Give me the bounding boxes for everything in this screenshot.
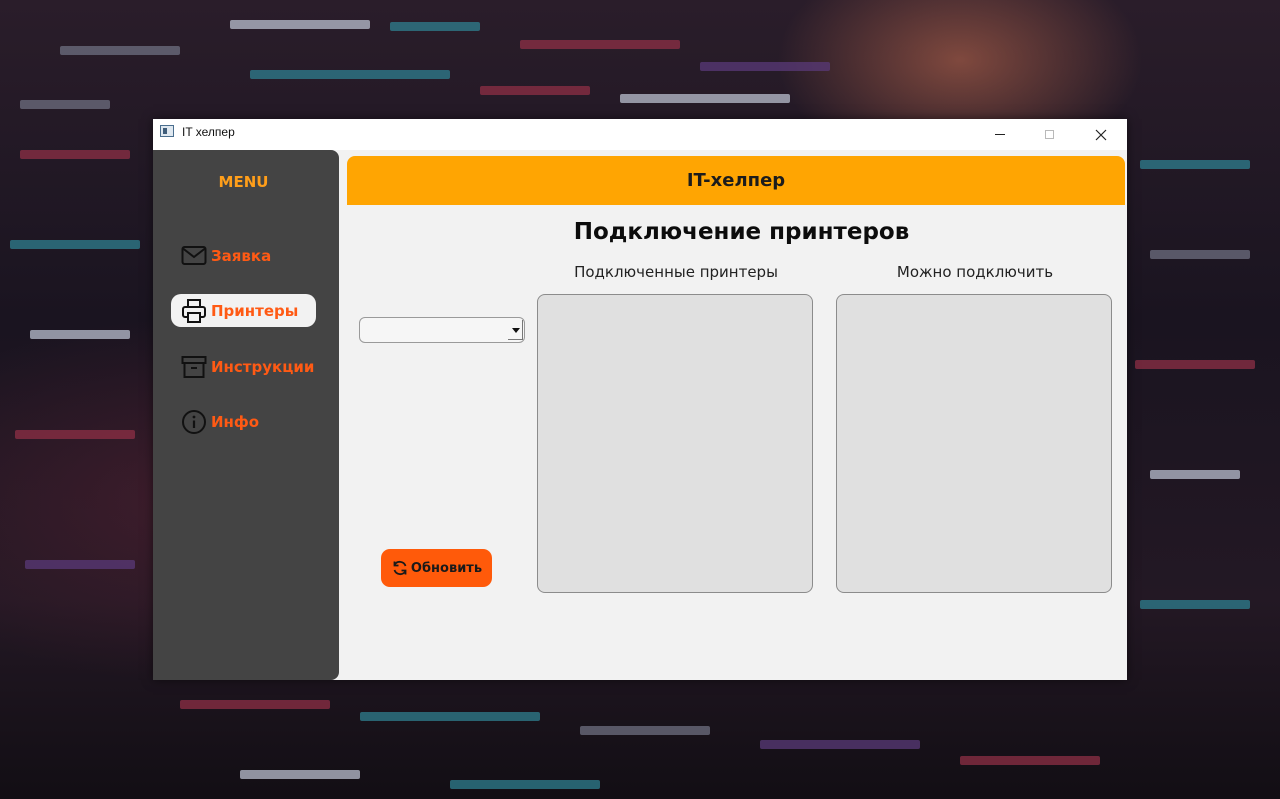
- wallpaper-code-line: [1140, 160, 1250, 169]
- maximize-icon: [1044, 130, 1054, 139]
- wallpaper-code-line: [360, 712, 540, 721]
- printer-select[interactable]: [359, 317, 525, 343]
- wallpaper-code-line: [620, 94, 790, 103]
- wallpaper-code-line: [390, 22, 480, 31]
- wallpaper-code-line: [60, 46, 180, 55]
- close-icon: [1095, 129, 1107, 140]
- archive-icon: [181, 354, 207, 380]
- wallpaper-code-line: [760, 740, 920, 749]
- wallpaper-code-line: [1150, 250, 1250, 259]
- wallpaper-code-line: [580, 726, 710, 735]
- available-printers-label: Можно подключить: [896, 263, 1054, 281]
- close-button[interactable]: [1078, 119, 1124, 150]
- maximize-button[interactable]: [1026, 119, 1072, 150]
- sidebar-item-label: Принтеры: [211, 301, 299, 320]
- refresh-icon: [391, 559, 409, 577]
- window-title: IT хелпер: [182, 125, 235, 139]
- minimize-icon: [995, 134, 1005, 135]
- sidebar-item-label: Инфо: [211, 412, 260, 431]
- app-window: IT хелпер MENU Заявка Принтеры Инструкци…: [153, 119, 1127, 680]
- wallpaper-code-line: [180, 700, 330, 709]
- wallpaper-code-line: [480, 86, 590, 95]
- header-title: IT-хелпер: [686, 170, 786, 191]
- mail-icon: [181, 243, 207, 269]
- connected-printers-list[interactable]: [537, 294, 813, 593]
- sidebar: MENU Заявка Принтеры Инструкции Инфо: [153, 150, 339, 680]
- wallpaper-code-line: [20, 100, 110, 109]
- wallpaper-code-line: [15, 430, 135, 439]
- page-title: Подключение принтеров: [573, 219, 910, 245]
- app-header: IT-хелпер: [347, 156, 1125, 205]
- wallpaper-code-line: [1140, 600, 1250, 609]
- wallpaper-code-line: [25, 560, 135, 569]
- wallpaper-code-line: [960, 756, 1100, 765]
- app-icon: [160, 125, 174, 137]
- printer-icon: [181, 298, 207, 324]
- wallpaper-code-line: [1150, 470, 1240, 479]
- sidebar-item-instructions[interactable]: Инструкции: [171, 350, 316, 383]
- sidebar-item-info[interactable]: Инфо: [171, 405, 316, 438]
- sidebar-item-request[interactable]: Заявка: [171, 239, 316, 272]
- available-printers-list[interactable]: [836, 294, 1112, 593]
- sidebar-item-printers[interactable]: Принтеры: [171, 294, 316, 327]
- wallpaper-code-line: [240, 770, 360, 779]
- wallpaper-code-line: [30, 330, 130, 339]
- wallpaper-code-line: [230, 20, 370, 29]
- sidebar-item-label: Заявка: [211, 246, 272, 265]
- wallpaper-code-line: [520, 40, 680, 49]
- wallpaper-code-line: [250, 70, 450, 79]
- sidebar-item-label: Инструкции: [211, 357, 315, 376]
- wallpaper-code-line: [10, 240, 140, 249]
- title-bar[interactable]: IT хелпер: [153, 119, 1127, 150]
- refresh-button[interactable]: Обновить: [381, 549, 492, 587]
- minimize-button[interactable]: [977, 119, 1023, 150]
- refresh-button-label: Обновить: [410, 560, 483, 576]
- wallpaper-code-line: [20, 150, 130, 159]
- info-icon: [181, 409, 207, 435]
- menu-title: MENU: [218, 173, 269, 191]
- wallpaper-code-line: [1135, 360, 1255, 369]
- wallpaper-code-line: [450, 780, 600, 789]
- connected-printers-label: Подключенные принтеры: [574, 263, 778, 281]
- chevron-down-icon: [511, 327, 520, 333]
- wallpaper-code-line: [700, 62, 830, 71]
- dropdown-arrow-button[interactable]: [508, 320, 523, 340]
